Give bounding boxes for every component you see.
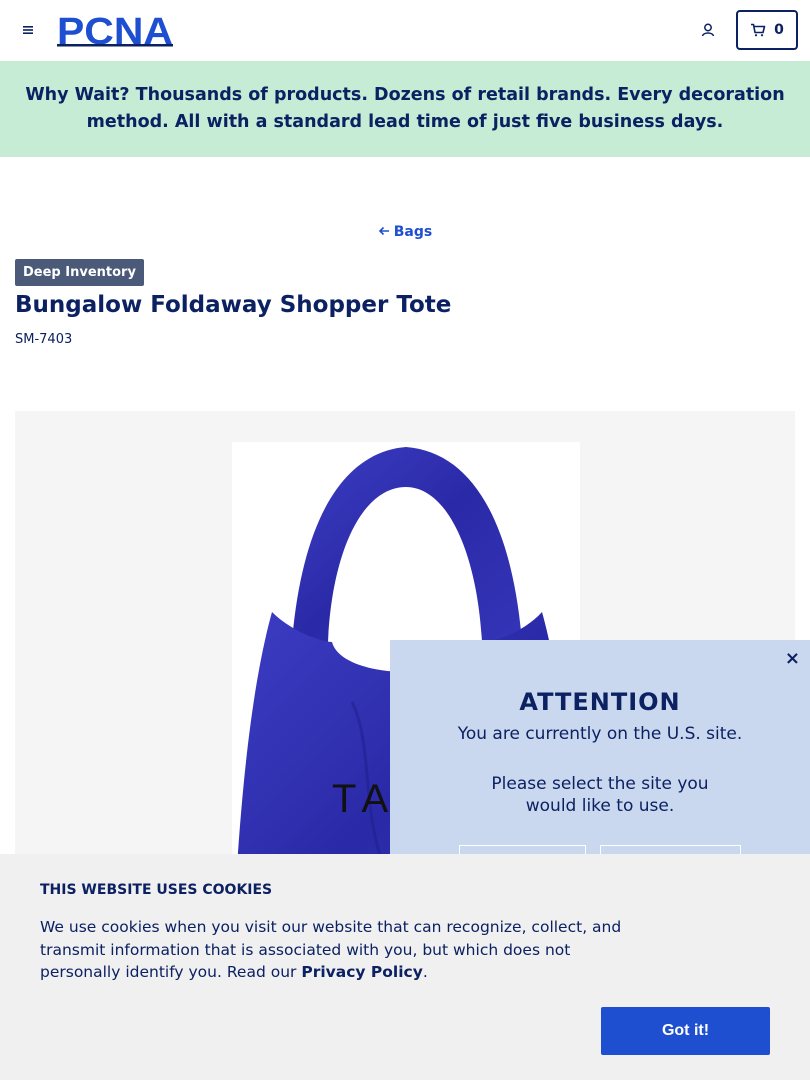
arrow-left-icon [378, 224, 390, 240]
svg-text:PCNA: PCNA [57, 13, 173, 47]
site-selection-modal: × ATTENTION You are currently on the U.S… [390, 640, 810, 875]
promo-banner-text: Why Wait? Thousands of products. Dozens … [14, 82, 796, 136]
modal-title: ATTENTION [519, 688, 681, 716]
promo-banner-body: Thousands of products. Dozens of retail … [86, 85, 785, 132]
account-icon[interactable] [698, 20, 718, 40]
back-link-label: Bags [393, 224, 433, 240]
bag-imprint-text: TA [332, 777, 396, 821]
accept-cookies-button[interactable]: Got it! [601, 1007, 770, 1055]
site-header: PCNA 0 [0, 0, 810, 61]
deep-inventory-badge: Deep Inventory [15, 259, 144, 286]
product-title: Bungalow Foldaway Shopper Tote [15, 292, 452, 318]
hamburger-menu-icon[interactable] [18, 20, 38, 40]
cookie-banner-title: THIS WEBSITE USES COOKIES [40, 882, 273, 898]
cart-count: 0 [774, 22, 784, 38]
product-sku: SM-7403 [15, 332, 73, 347]
close-icon[interactable]: × [785, 648, 800, 669]
promo-banner: Why Wait? Thousands of products. Dozens … [0, 61, 810, 157]
pcna-logo[interactable]: PCNA [57, 13, 177, 47]
cookie-banner-period: . [422, 963, 428, 981]
privacy-policy-link[interactable]: Privacy Policy [301, 963, 423, 981]
cart-button[interactable]: 0 [736, 10, 798, 50]
cookie-banner-text: We use cookies when you visit our websit… [40, 916, 630, 984]
promo-banner-lead: Why Wait? [25, 85, 130, 105]
cart-icon [751, 23, 766, 37]
cookie-banner: THIS WEBSITE USES COOKIES We use cookies… [0, 854, 810, 1080]
modal-select-site-text: Please select the site you would like to… [491, 774, 709, 816]
modal-current-site-text: You are currently on the U.S. site. [457, 724, 743, 744]
back-to-bags-link[interactable]: Bags [0, 224, 810, 240]
